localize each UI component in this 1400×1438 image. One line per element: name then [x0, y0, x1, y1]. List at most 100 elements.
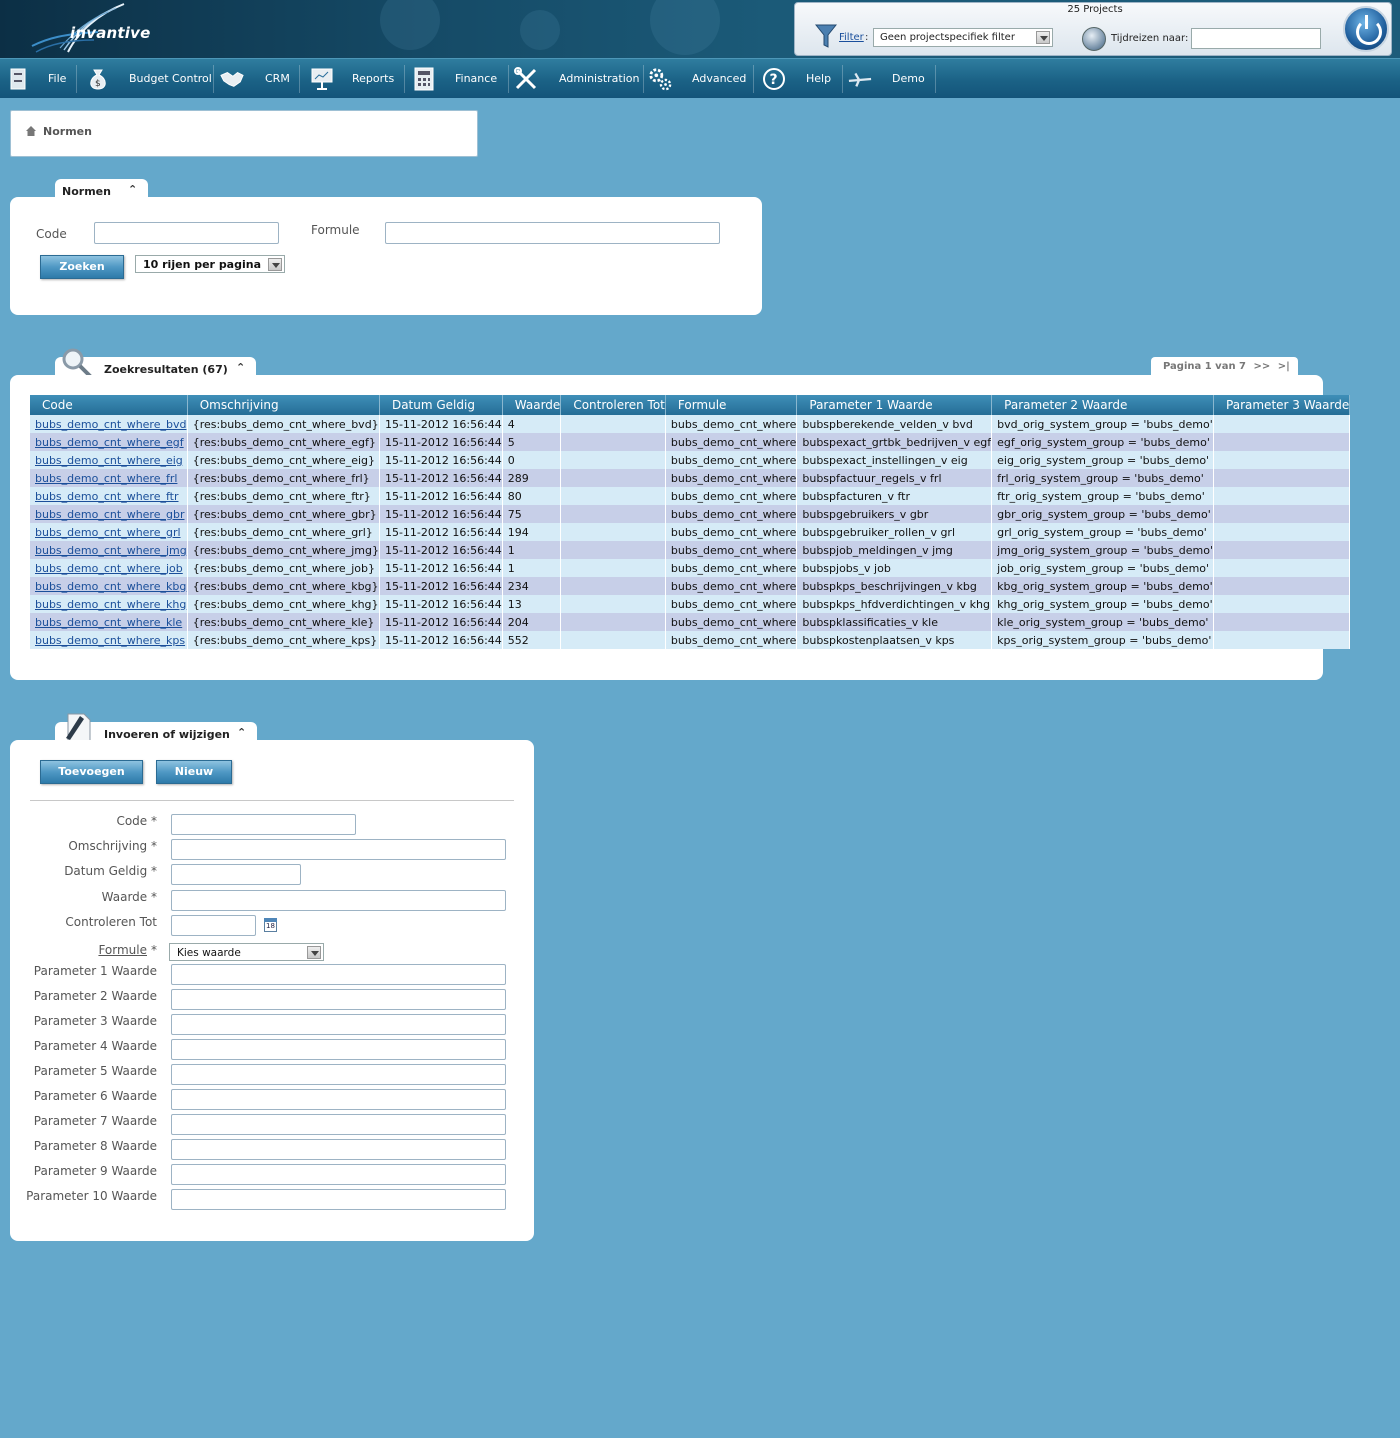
column-header[interactable]: Parameter 1 Waarde: [796, 395, 993, 415]
table-cell: 15-11-2012 16:56:44: [379, 433, 503, 451]
code-link[interactable]: bubs_demo_cnt_where_khg: [30, 595, 188, 613]
table-row[interactable]: bubs_demo_cnt_where_eig {res:bubs_demo_cn…: [30, 451, 1351, 469]
add-button[interactable]: Toevoegen: [40, 760, 143, 784]
project-filter-value: Geen projectspecifiek filter: [880, 32, 1015, 43]
search-button[interactable]: Zoeken: [40, 255, 124, 279]
code-input[interactable]: [171, 814, 356, 835]
waarde-input[interactable]: [171, 890, 506, 911]
chevron-down-icon[interactable]: [307, 946, 321, 959]
parameter-2-label: Parameter 2 Waarde: [33, 989, 157, 1003]
parameter-5-input[interactable]: [171, 1064, 506, 1085]
column-header[interactable]: Omschrijving: [187, 395, 380, 415]
code-link[interactable]: bubs_demo_cnt_where_gbr: [30, 505, 188, 523]
table-cell: [560, 559, 666, 577]
table-row[interactable]: bubs_demo_cnt_where_kle {res:bubs_demo_cn…: [30, 613, 1351, 631]
table-row[interactable]: bubs_demo_cnt_where_grl {res:bubs_demo_cn…: [30, 523, 1351, 541]
funnel-icon[interactable]: [815, 23, 837, 49]
parameter-4-input[interactable]: [171, 1039, 506, 1060]
code-link[interactable]: bubs_demo_cnt_where_egf: [30, 433, 188, 451]
table-row[interactable]: bubs_demo_cnt_where_job {res:bubs_demo_cn…: [30, 559, 1351, 577]
collapse-icon[interactable]: ⌃: [237, 726, 246, 739]
filter-link[interactable]: Filter: [839, 32, 864, 43]
column-header[interactable]: Datum Geldig: [379, 395, 503, 415]
table-cell: kle_orig_system_group = 'bubs_demo': [991, 613, 1215, 631]
parameter-9-label: Parameter 9 Waarde: [33, 1164, 157, 1178]
controleren-tot-input[interactable]: [171, 915, 256, 936]
code-search-input[interactable]: [94, 222, 279, 244]
formule-search-input[interactable]: [385, 222, 720, 244]
table-row[interactable]: bubs_demo_cnt_where_kps {res:bubs_demo_cn…: [30, 631, 1351, 649]
formule-select[interactable]: Kies waarde: [169, 943, 324, 961]
menu-help[interactable]: ? Help: [760, 59, 844, 99]
chevron-down-icon[interactable]: [1036, 31, 1050, 44]
table-row[interactable]: bubs_demo_cnt_where_khg {res:bubs_demo_cn…: [30, 595, 1351, 613]
code-link[interactable]: bubs_demo_cnt_where_kle: [30, 613, 188, 631]
parameter-9-input[interactable]: [171, 1164, 506, 1185]
calendar-icon[interactable]: 18: [264, 918, 277, 932]
menu-administration[interactable]: Administration: [514, 59, 642, 99]
code-link[interactable]: bubs_demo_cnt_where_kbg: [30, 577, 188, 595]
formule-link[interactable]: Formule: [98, 943, 147, 957]
globe-clock-icon[interactable]: [1082, 27, 1106, 51]
pager-last[interactable]: >|: [1278, 361, 1290, 372]
project-count[interactable]: 25 Projects: [795, 4, 1395, 15]
parameter-8-input[interactable]: [171, 1139, 506, 1160]
code-link[interactable]: bubs_demo_cnt_where_grl: [30, 523, 188, 541]
code-link[interactable]: bubs_demo_cnt_where_ftr: [30, 487, 188, 505]
table-cell: bubs_demo_cnt_where: [665, 415, 798, 433]
menu-file[interactable]: File: [4, 59, 74, 99]
cabinet-icon: [6, 67, 30, 91]
column-header[interactable]: Parameter 2 Waarde: [991, 395, 1215, 415]
menu-budget-control[interactable]: $ Budget Control: [84, 59, 212, 99]
menu-crm[interactable]: CRM: [220, 59, 300, 99]
table-cell: 15-11-2012 16:56:44: [379, 613, 503, 631]
table-row[interactable]: bubs_demo_cnt_where_kbg {res:bubs_demo_cn…: [30, 577, 1351, 595]
code-link[interactable]: bubs_demo_cnt_where_jmg: [30, 541, 188, 559]
collapse-icon[interactable]: ⌃: [236, 361, 245, 374]
table-cell: 5: [502, 433, 562, 451]
table-row[interactable]: bubs_demo_cnt_where_bvd {res:bubs_demo_cn…: [30, 415, 1351, 433]
table-row[interactable]: bubs_demo_cnt_where_jmg {res:bubs_demo_cn…: [30, 541, 1351, 559]
column-header[interactable]: Waarde: [502, 395, 562, 415]
menu-reports[interactable]: Reports: [308, 59, 404, 99]
pager-next[interactable]: >>: [1254, 361, 1271, 372]
column-header[interactable]: Code: [30, 395, 188, 415]
table-row[interactable]: bubs_demo_cnt_where_gbr {res:bubs_demo_cn…: [30, 505, 1351, 523]
menu-advanced[interactable]: Advanced: [646, 59, 752, 99]
code-link[interactable]: bubs_demo_cnt_where_bvd: [30, 415, 188, 433]
chevron-down-icon[interactable]: [268, 258, 282, 271]
parameter-6-input[interactable]: [171, 1089, 506, 1110]
code-link[interactable]: bubs_demo_cnt_where_job: [30, 559, 188, 577]
parameter-1-input[interactable]: [171, 964, 506, 985]
main-menubar: File $ Budget Control CRM Reports Financ…: [0, 58, 1400, 98]
home-icon[interactable]: [26, 126, 36, 136]
parameter-3-input[interactable]: [171, 1014, 506, 1035]
time-travel-input[interactable]: [1191, 28, 1321, 49]
table-row[interactable]: bubs_demo_cnt_where_egf {res:bubs_demo_cn…: [30, 433, 1351, 451]
column-header[interactable]: Parameter 3 Waarde: [1213, 395, 1351, 415]
new-button[interactable]: Nieuw: [156, 760, 232, 784]
formule-label[interactable]: Formule *: [98, 943, 157, 957]
menu-finance[interactable]: Finance: [410, 59, 506, 99]
logout-power-button[interactable]: [1343, 6, 1389, 52]
code-link[interactable]: bubs_demo_cnt_where_frl: [30, 469, 188, 487]
column-header[interactable]: Formule: [665, 395, 798, 415]
parameter-2-input[interactable]: [171, 989, 506, 1010]
table-row[interactable]: bubs_demo_cnt_where_ftr {res:bubs_demo_cn…: [30, 487, 1351, 505]
column-header[interactable]: Controleren Tot: [560, 395, 666, 415]
datum-geldig-input[interactable]: [171, 864, 301, 885]
code-link[interactable]: bubs_demo_cnt_where_eig: [30, 451, 188, 469]
omschrijving-input[interactable]: [171, 839, 506, 860]
table-row[interactable]: bubs_demo_cnt_where_frl {res:bubs_demo_cn…: [30, 469, 1351, 487]
parameter-7-input[interactable]: [171, 1114, 506, 1135]
collapse-icon[interactable]: ⌃: [128, 183, 137, 196]
breadcrumb-current: Normen: [43, 125, 92, 138]
rows-per-page-select[interactable]: 10 rijen per pagina: [135, 255, 285, 273]
menu-demo[interactable]: Demo: [846, 59, 936, 99]
table-cell: bubspkps_beschrijvingen_v kbg: [796, 577, 993, 595]
project-filter-select[interactable]: Geen projectspecifiek filter: [873, 28, 1053, 47]
code-link[interactable]: bubs_demo_cnt_where_kps: [30, 631, 188, 649]
table-cell: [1213, 415, 1351, 433]
parameter-10-input[interactable]: [171, 1189, 506, 1210]
table-cell: bubspjobs_v job: [796, 559, 993, 577]
